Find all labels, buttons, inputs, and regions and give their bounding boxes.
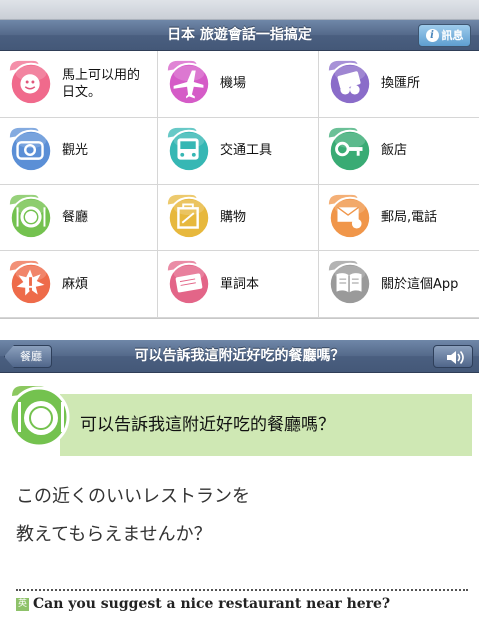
wordbook-icon [167, 261, 211, 306]
phrase-title: 可以告訴我這附近好吃的餐廳嗎？ [134, 348, 345, 364]
category-label: 馬上可以用的日文。 [62, 67, 141, 100]
phrase-japanese: この近くのいいレストランを 教えてもらえませんか？ [16, 478, 466, 554]
info-button-label: 訊息 [441, 29, 464, 42]
category-item[interactable]: 機場 [158, 51, 319, 118]
money-exchange-icon [328, 60, 372, 106]
category-label: 交通工具 [220, 143, 273, 159]
japanese-line-2: 教えてもらえませんか？ [16, 524, 212, 545]
category-item[interactable]: 購物 [158, 184, 319, 252]
category-item[interactable]: 麻煩 [0, 251, 158, 318]
airplane-icon [167, 60, 211, 106]
category-label: 觀光 [62, 143, 89, 159]
english-text: Can you suggest a nice restaurant near h… [33, 596, 391, 612]
category-label: 關於這個App [381, 276, 459, 292]
category-item[interactable]: 關於這個App [319, 251, 479, 318]
category-label: 麻煩 [62, 276, 89, 292]
category-label: 郵局,電話 [381, 209, 438, 225]
category-item[interactable]: 飯店 [319, 118, 479, 185]
category-label: 單詞本 [220, 276, 260, 292]
about-book-icon [328, 261, 372, 306]
info-icon: i [425, 29, 439, 42]
category-item[interactable]: 馬上可以用的日文。 [0, 51, 158, 118]
speaker-icon [447, 350, 464, 365]
phrase-nav-bar: 餐廳 可以告訴我這附近好吃的餐廳嗎？ [0, 340, 479, 373]
english-translation: 英 Can you suggest a nice restaurant near… [16, 596, 390, 612]
category-grid: 馬上可以用的日文。 機場 換匯所觀光 交通工具 飯店餐廳 購物 郵局,電話麻煩 單詞本 關於這個… [0, 51, 479, 318]
phrase-panel: 可以告訴我這附近好吃的餐廳嗎？ [0, 386, 479, 457]
japanese-line-1: この近くのいいレストランを [16, 486, 250, 507]
app-title: 日本 旅遊會話一指搞定 [167, 27, 312, 43]
category-item[interactable]: 交通工具 [158, 117, 319, 185]
section-divider [0, 318, 479, 340]
hotel-key-icon [328, 127, 372, 172]
category-label: 飯店 [381, 143, 408, 159]
back-button[interactable]: 餐廳 [4, 345, 52, 368]
category-item[interactable]: 餐廳 [0, 184, 158, 252]
info-button[interactable]: i 訊息 [418, 24, 471, 47]
category-label: 餐廳 [62, 209, 89, 225]
category-item[interactable]: 換匯所 [319, 51, 479, 118]
camera-icon [9, 127, 53, 172]
sound-button[interactable] [433, 345, 473, 368]
shopping-bag-icon [167, 194, 211, 239]
dotted-separator [16, 589, 468, 591]
category-item[interactable]: 觀光 [0, 117, 158, 185]
app-header: 日本 旅遊會話一指搞定 i 訊息 [0, 20, 479, 51]
status-bar [0, 0, 479, 20]
smile-face-icon [9, 60, 53, 106]
category-label: 換匯所 [381, 76, 421, 92]
category-item[interactable]: 郵局,電話 [319, 185, 479, 252]
mail-phone-icon [328, 194, 372, 239]
bus-icon [167, 127, 211, 172]
category-label: 機場 [220, 76, 247, 92]
trouble-icon [9, 261, 53, 306]
english-badge: 英 [16, 597, 29, 611]
plate-icon [8, 386, 70, 448]
category-label: 購物 [220, 209, 247, 225]
plate-icon [9, 194, 53, 239]
phrase-chinese: 可以告訴我這附近好吃的餐廳嗎？ [80, 415, 335, 435]
category-item[interactable]: 單詞本 [158, 251, 319, 318]
